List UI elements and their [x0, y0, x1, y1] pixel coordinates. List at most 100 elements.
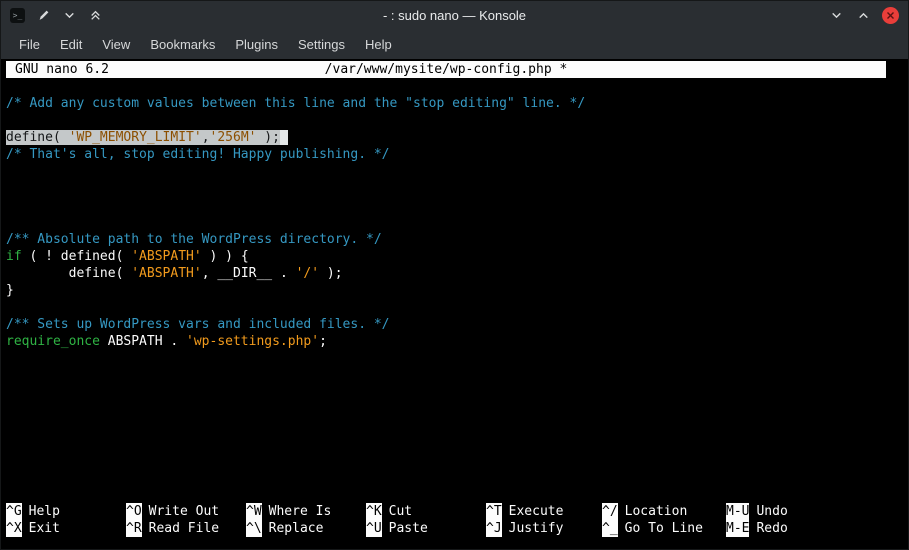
- shortcut-key: ^W: [246, 503, 262, 520]
- code-segment: /** Sets up WordPress vars and included …: [6, 317, 390, 332]
- shortcut-label: Help: [28, 504, 60, 519]
- shortcut-label: Undo: [756, 504, 788, 519]
- shortcut-label: Location: [624, 504, 688, 519]
- shortcut-location: ^/ Location: [602, 503, 726, 520]
- shortcut-help: ^G Help: [6, 503, 126, 520]
- code-segment: '/': [295, 266, 320, 281]
- titlebar[interactable]: >_ - : sudo nano — Konsole: [1, 1, 908, 29]
- konsole-icon[interactable]: >_: [9, 7, 26, 24]
- editor-lines[interactable]: /* Add any custom values between this li…: [6, 78, 908, 503]
- menu-item-settings[interactable]: Settings: [288, 32, 355, 57]
- shortcut-key: ^U: [366, 520, 382, 537]
- shortcut-label: Write Out: [148, 504, 220, 519]
- code-segment: /* That's all, stop editing! Happy publi…: [6, 147, 390, 162]
- code-segment: 'ABSPATH': [131, 266, 202, 281]
- shortcut-undo: M-U Undo: [726, 503, 788, 520]
- code-segment: ,: [201, 130, 210, 145]
- shortcut-label: Cut: [388, 504, 413, 519]
- konsole-icon-glyph: >_: [10, 7, 25, 23]
- code-segment: require_once: [6, 334, 100, 349]
- menu-item-plugins[interactable]: Plugins: [225, 32, 288, 57]
- nano-header-bar: GNU nano 6.2 /var/www/mysite/wp-config.p…: [6, 61, 886, 78]
- code-segment: ( ! defined(: [21, 249, 132, 264]
- code-line[interactable]: [6, 112, 908, 129]
- code-line[interactable]: require_once ABSPATH . 'wp-settings.php'…: [6, 333, 908, 350]
- code-segment: define(: [6, 266, 132, 281]
- code-segment: , __DIR__ .: [201, 266, 296, 281]
- menu-item-bookmarks[interactable]: Bookmarks: [140, 32, 225, 57]
- code-segment: }: [6, 283, 14, 298]
- shortcut-key: ^_: [602, 520, 618, 537]
- code-line[interactable]: [6, 78, 908, 95]
- shortcut-label: Where Is: [268, 504, 332, 519]
- menu-item-file[interactable]: File: [9, 32, 50, 57]
- maximize-icon[interactable]: [855, 7, 872, 24]
- shortcut-key: ^/: [602, 503, 618, 520]
- code-segment: define(: [6, 130, 69, 145]
- titlebar-left-controls: >_: [1, 7, 104, 24]
- shortcut-label: Execute: [508, 504, 564, 519]
- window-title: - : sudo nano — Konsole: [382, 7, 527, 23]
- shortcut-key: ^\: [246, 520, 262, 537]
- code-line[interactable]: }: [6, 282, 908, 299]
- keep-below-icon[interactable]: [61, 7, 78, 24]
- terminal[interactable]: GNU nano 6.2 /var/www/mysite/wp-config.p…: [1, 59, 908, 549]
- code-line[interactable]: [6, 180, 908, 197]
- code-segment: ;: [319, 334, 327, 349]
- shortcut-label: Redo: [756, 521, 788, 536]
- shortcut-label: Replace: [268, 521, 324, 536]
- code-line[interactable]: [6, 299, 908, 316]
- shortcut-read-file: ^R Read File: [126, 520, 246, 537]
- code-segment: 'WP_MEMORY_LIMIT': [68, 130, 202, 145]
- shortcut-row: ^G Help ^O Write Out ^W Where Is ^K Cut ^T Execut…: [6, 503, 908, 520]
- code-line[interactable]: /** Absolute path to the WordPress direc…: [6, 231, 908, 248]
- code-segment: 'wp-settings.php': [186, 334, 320, 349]
- shortcut-key: ^X: [6, 520, 22, 537]
- konsole-window: >_ - : sudo nano — Konsole File Edit Vie…: [0, 0, 909, 550]
- shortcut-label: Exit: [28, 521, 60, 536]
- titlebar-right-controls: [828, 6, 908, 24]
- shortcut-key: ^G: [6, 503, 22, 520]
- keep-above-icon[interactable]: [87, 7, 104, 24]
- code-segment: /* Add any custom values between this li…: [6, 96, 586, 111]
- shortcut-label: Read File: [148, 521, 220, 536]
- code-segment: 'ABSPATH': [131, 249, 202, 264]
- minimize-icon[interactable]: [828, 7, 845, 24]
- menu-item-view[interactable]: View: [92, 32, 140, 57]
- shortcut-label: Paste: [388, 521, 428, 536]
- shortcut-where-is: ^W Where Is: [246, 503, 366, 520]
- shortcut-key: M-E: [726, 520, 750, 537]
- shortcut-redo: M-E Redo: [726, 520, 788, 537]
- code-line[interactable]: [6, 214, 908, 231]
- shortcut-key: ^J: [486, 520, 502, 537]
- code-line[interactable]: define( 'WP_MEMORY_LIMIT','256M' );: [6, 129, 908, 146]
- menubar: File Edit View Bookmarks Plugins Settings Help: [1, 29, 908, 59]
- code-line[interactable]: /* Add any custom values between this li…: [6, 95, 908, 112]
- shortcut-key: ^T: [486, 503, 502, 520]
- code-line[interactable]: /** Sets up WordPress vars and included …: [6, 316, 908, 333]
- menu-item-edit[interactable]: Edit: [50, 32, 92, 57]
- code-line[interactable]: /* That's all, stop editing! Happy publi…: [6, 146, 908, 163]
- code-line[interactable]: if ( ! defined( 'ABSPATH' ) ) {: [6, 248, 908, 265]
- code-segment: ) ) {: [201, 249, 249, 264]
- menu-item-help[interactable]: Help: [355, 32, 402, 57]
- shortcut-paste: ^U Paste: [366, 520, 486, 537]
- code-segment: );: [319, 266, 343, 281]
- shortcut-key: ^R: [126, 520, 142, 537]
- nano-shortcuts: ^G Help ^O Write Out ^W Where Is ^K Cut ^T Execut…: [6, 503, 908, 549]
- code-line[interactable]: define( 'ABSPATH', __DIR__ . '/' );: [6, 265, 908, 282]
- code-line[interactable]: [6, 197, 908, 214]
- shortcut-execute: ^T Execute: [486, 503, 602, 520]
- code-line[interactable]: [6, 163, 908, 180]
- shortcut-key: ^K: [366, 503, 382, 520]
- code-segment: if: [6, 249, 22, 264]
- code-segment: '256M': [209, 130, 257, 145]
- shortcut-row: ^X Exit ^R Read File ^\ Replace ^U Paste ^J Justi…: [6, 520, 908, 537]
- close-icon[interactable]: [882, 6, 899, 24]
- nano-filename: /var/www/mysite/wp-config.php *: [324, 62, 568, 77]
- pen-icon[interactable]: [35, 7, 52, 24]
- shortcut-go-to-line: ^_ Go To Line: [602, 520, 726, 537]
- shortcut-exit: ^X Exit: [6, 520, 126, 537]
- shortcut-cut: ^K Cut: [366, 503, 486, 520]
- code-segment: ABSPATH .: [99, 334, 187, 349]
